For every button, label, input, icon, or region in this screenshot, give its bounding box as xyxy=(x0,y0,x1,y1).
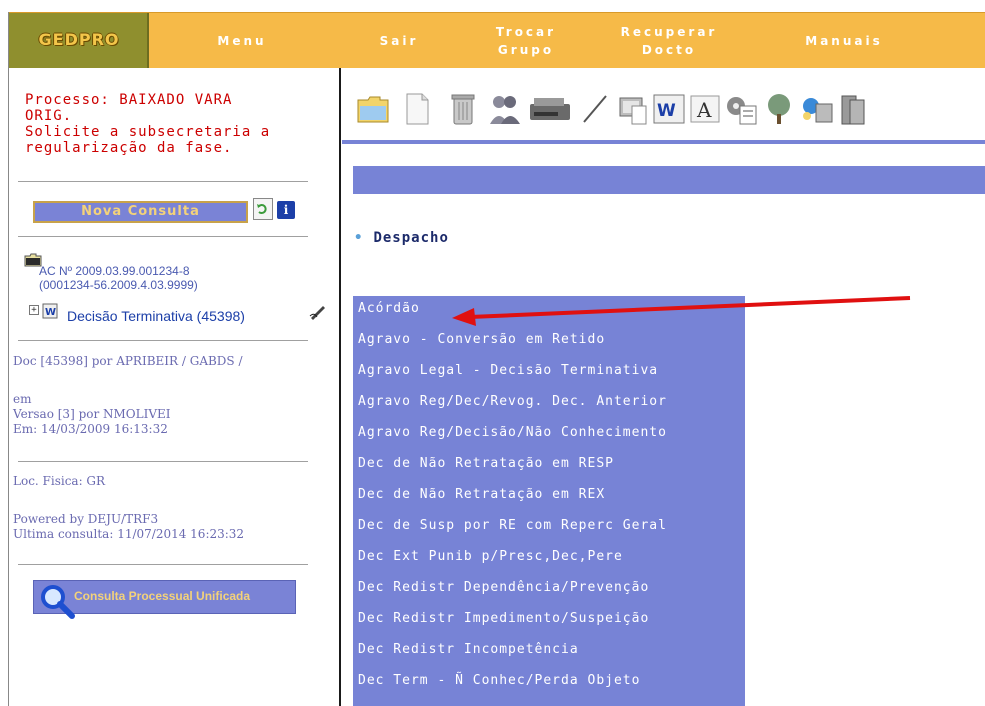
status-line: regularização da fase. xyxy=(25,140,233,156)
em-date: Em: 14/03/2009 16:13:32 xyxy=(13,422,168,436)
nav-recuperar-docto[interactable]: Recuperar Docto xyxy=(604,13,734,69)
signature-pen-icon[interactable] xyxy=(309,304,327,320)
svg-text:A: A xyxy=(696,98,712,122)
divider xyxy=(18,236,308,237)
consulta-processual-unificada-button[interactable]: Consulta Processual Unificada xyxy=(33,580,296,619)
nav-docto-label: Docto xyxy=(641,43,697,57)
users-icon[interactable] xyxy=(488,92,522,126)
document-type-menu: Acórdão Agravo - Conversão em Retido Agr… xyxy=(353,296,745,706)
menu-item[interactable]: Agravo Reg/Decisão/Não Conhecimento xyxy=(353,425,745,456)
status-line: Solicite a subsecretaria a xyxy=(25,124,271,140)
word-document-icon: W xyxy=(42,303,60,319)
blank-page-icon[interactable] xyxy=(400,92,434,126)
tree-expand-icon[interactable]: + xyxy=(29,305,39,315)
footer-info: Powered by DEJU/TRF3 Ultima consulta: 11… xyxy=(13,512,244,542)
section-title-text: Despacho xyxy=(373,230,449,246)
folder-icon[interactable] xyxy=(356,92,390,126)
scanner-icon[interactable] xyxy=(528,92,572,126)
nav-manuais-label: Manuais xyxy=(805,34,883,48)
word-icon[interactable]: W xyxy=(652,92,686,126)
nav-trocar-label: Trocar xyxy=(495,25,557,39)
nova-consulta-button[interactable]: Nova Consulta xyxy=(33,201,248,223)
menu-item[interactable]: Agravo Legal - Decisão Terminativa xyxy=(353,363,745,394)
settings-list-icon[interactable] xyxy=(724,92,758,126)
nav-manuais[interactable]: Manuais xyxy=(784,13,904,69)
case-cnj-text: (0001234-56.2009.4.03.9999) xyxy=(39,278,198,292)
menu-item[interactable]: Dec Redistr Incompetência xyxy=(353,642,745,673)
nav-trocar-grupo[interactable]: Trocar Grupo xyxy=(471,13,581,69)
toolbar: W A xyxy=(342,68,985,144)
section-header-bar xyxy=(353,166,985,194)
nav-recuperar-label: Recuperar xyxy=(620,25,718,39)
divider xyxy=(18,181,308,182)
svg-text:W: W xyxy=(45,307,56,318)
magnifier-icon xyxy=(41,585,75,619)
nav-grupo-label: Grupo xyxy=(497,43,555,57)
decisao-terminativa-node[interactable]: Decisão Terminativa (45398) xyxy=(67,308,245,324)
pen-icon[interactable] xyxy=(578,92,612,126)
network-icon[interactable] xyxy=(800,92,834,126)
process-status-message: Processo: BAIXADO VARA ORIG. Solicite a … xyxy=(25,92,325,156)
sidebar: Processo: BAIXADO VARA ORIG. Solicite a … xyxy=(9,68,339,706)
computer-document-icon[interactable] xyxy=(616,92,650,126)
tree-icon[interactable] xyxy=(762,92,796,126)
menu-item[interactable]: Agravo Reg/Dec/Revog. Dec. Anterior xyxy=(353,394,745,425)
section-title: • Despacho xyxy=(354,230,449,246)
menu-item[interactable]: Dec Redistr Dependência/Prevenção xyxy=(353,580,745,611)
em-label: em xyxy=(13,392,32,406)
case-number-text: AC Nº 2009.03.99.001234-8 xyxy=(39,264,190,278)
refresh-document-icon[interactable] xyxy=(253,198,273,220)
menu-item[interactable]: Agravo - Conversão em Retido xyxy=(353,332,745,363)
case-number[interactable]: AC Nº 2009.03.99.001234-8 (0001234-56.20… xyxy=(39,264,198,292)
last-query: Ultima consulta: 11/07/2014 16:23:32 xyxy=(13,527,245,541)
version-info: em Versao [3] por NMOLIVEI Em: 14/03/200… xyxy=(13,392,171,437)
unified-search-label: Consulta Processual Unificada xyxy=(74,589,251,603)
nav-menu[interactable]: Menu xyxy=(187,13,297,69)
divider xyxy=(18,340,308,341)
server-icon[interactable] xyxy=(836,92,870,126)
menu-item[interactable]: Dec de Não Retratação em RESP xyxy=(353,456,745,487)
menu-item[interactable]: Dec Ext Punib p/Presc,Dec,Pere xyxy=(353,549,745,580)
red-annotation-arrow-icon xyxy=(452,296,911,326)
info-icon[interactable]: i xyxy=(277,201,295,219)
top-nav-bar: GEDPRO Menu Sair Trocar Grupo Recuperar Do… xyxy=(9,12,985,69)
gedpro-logo: GEDPRO xyxy=(9,13,149,69)
nav-menu-label: Menu xyxy=(217,34,267,48)
font-a-icon[interactable]: A xyxy=(688,92,722,126)
physical-location: Loc. Fisica: GR xyxy=(13,474,106,488)
powered-by: Powered by DEJU/TRF3 xyxy=(13,512,159,526)
doc-author-info: Doc [45398] por APRIBEIR / GABDS / xyxy=(13,354,243,368)
logo-text: GEDPRO xyxy=(38,30,120,49)
trash-icon[interactable] xyxy=(446,92,480,126)
divider xyxy=(18,461,308,462)
nav-sair[interactable]: Sair xyxy=(354,13,444,69)
menu-item[interactable]: Dec de Não Retratação em REX xyxy=(353,487,745,518)
status-line: ORIG. xyxy=(25,108,73,124)
sidebar-divider xyxy=(339,68,341,706)
version-line: Versao [3] por NMOLIVEI xyxy=(13,407,171,421)
menu-item[interactable]: Dec de Susp por RE com Reperc Geral xyxy=(353,518,745,549)
nav-sair-label: Sair xyxy=(379,34,419,48)
svg-text:W: W xyxy=(657,101,676,121)
menu-item[interactable]: Dec Term - Ñ Conhec/Perda Objeto xyxy=(353,673,745,704)
status-line: Processo: BAIXADO VARA xyxy=(25,92,233,108)
menu-item[interactable]: Dec Redistr Impedimento/Suspeição xyxy=(353,611,745,642)
bullet-icon: • xyxy=(354,230,364,246)
divider xyxy=(18,564,308,565)
